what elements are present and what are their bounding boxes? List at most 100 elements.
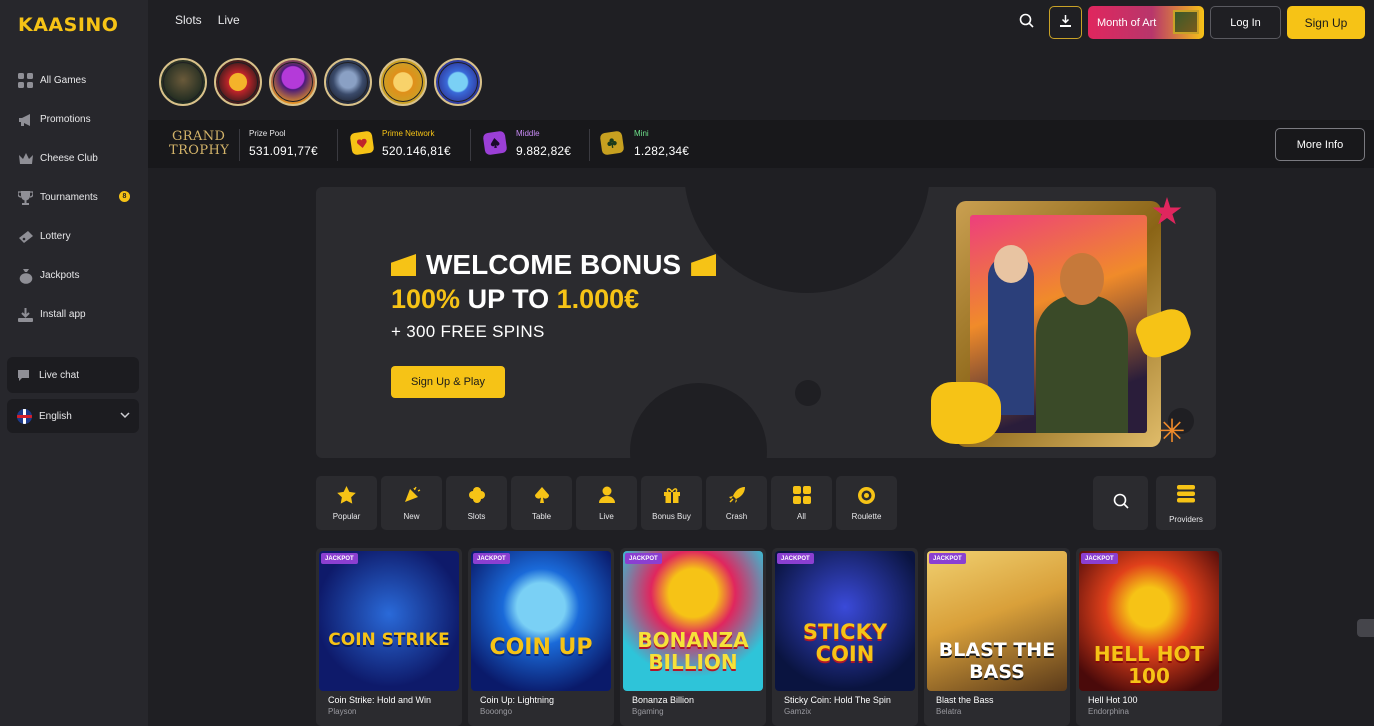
language-label: English [39,410,72,422]
side-widget-toggle[interactable] [1357,619,1374,637]
banner-title: WELCOME BONUS [426,249,682,280]
crown-icon [17,150,34,167]
promo-stories [159,58,482,106]
sidebar-item-lottery[interactable]: Lottery [0,217,148,256]
banner-title-row: WELCOME BONUS [391,249,717,281]
story-avatar[interactable] [434,58,482,106]
story-avatar[interactable] [269,58,317,106]
sidebar-item-all-games[interactable]: All Games [0,61,148,100]
game-search-button[interactable] [1093,476,1148,530]
story-avatar[interactable] [379,58,427,106]
game-name: Blast the Bass [936,695,994,705]
game-name: Coin Up: Lightning [480,695,555,705]
game-thumbnail: COIN STRIKE [319,551,459,691]
category-all[interactable]: All [771,476,832,530]
sidebar-item-label: Lottery [40,231,71,242]
category-label: Table [531,512,552,521]
story-avatar[interactable] [324,58,372,106]
divider [337,129,338,161]
search-button[interactable] [1014,11,1038,35]
jackpot-badge: JACKPOT [625,553,662,564]
sidebar-item-install-app[interactable]: Install app [0,295,148,334]
game-art-title: HELL HOT 100 [1093,642,1205,688]
category-label: Bonus Buy [652,512,691,521]
middle-value: 9.882,82€ [516,144,572,158]
spade-icon [532,485,552,505]
kaasino-logo[interactable]: KAASINO [18,12,118,38]
game-thumbnail: STICKY COIN [775,551,915,691]
sidebar-item-label: Tournaments [40,192,98,203]
category-slots[interactable]: Slots [446,476,507,530]
game-card[interactable]: BONANZA BILLION JACKPOT Bonanza Billion … [620,548,766,726]
rocket-icon [727,485,747,505]
game-art-title: BLAST THE BASS [938,639,1056,683]
category-label: Slots [467,512,486,521]
tab-live[interactable]: Live [218,13,240,27]
game-provider: Playson [328,707,357,716]
signup-and-play-button[interactable]: Sign Up & Play [391,366,505,398]
middle-spade-card-icon [482,130,508,156]
roulette-icon [857,485,877,505]
game-card[interactable]: COIN STRIKE JACKPOT Coin Strike: Hold an… [316,548,462,726]
category-label: Roulette [851,512,882,521]
game-thumbnail: HELL HOT 100 [1079,551,1219,691]
decorative-circle [684,187,930,293]
sidebar-item-promotions[interactable]: Promotions [0,100,148,139]
story-avatar[interactable] [159,58,207,106]
category-roulette[interactable]: Roulette [836,476,897,530]
signup-button[interactable]: Sign Up [1287,6,1365,39]
megaphone-icon [17,111,34,128]
game-provider: Belatra [936,707,962,716]
category-label: Crash [725,512,748,521]
game-name: Hell Hot 100 [1088,695,1138,705]
category-live[interactable]: Live [576,476,637,530]
stacked-layers-icon [1176,485,1196,508]
decorative-circle [795,380,821,406]
game-card[interactable]: COIN UP JACKPOT Coin Up: Lightning Booon… [468,548,614,726]
category-table[interactable]: Table [511,476,572,530]
live-chat-label: Live chat [39,369,80,381]
welcome-bonus-banner[interactable]: WELCOME BONUS 100% UP TO 1.000€ + 300 FR… [316,187,1216,458]
game-name: Sticky Coin: Hold The Spin [784,695,891,705]
decorative-circle [630,383,767,458]
game-card[interactable]: STICKY COIN JACKPOT Sticky Coin: Hold Th… [772,548,918,726]
download-icon [17,306,34,323]
game-provider: Booongo [480,707,513,716]
category-crash[interactable]: Crash [706,476,767,530]
live-chat-button[interactable]: Live chat [7,357,139,393]
login-button[interactable]: Log In [1210,6,1281,39]
providers-label: Providers [1169,515,1203,524]
category-bonus-buy[interactable]: Bonus Buy [641,476,702,530]
grid-icon [792,485,812,505]
prize-pool: Prize Pool 531.091,77€ [249,129,318,158]
clover-icon [467,485,487,505]
category-popular[interactable]: Popular [316,476,377,530]
prize-pool-value: 531.091,77€ [249,144,318,158]
tab-slots[interactable]: Slots [175,13,202,27]
sidebar-item-tournaments[interactable]: Tournaments 8 [0,178,148,217]
jackpot-badge: JACKPOT [321,553,358,564]
middle-label: Middle [516,129,540,138]
category-label: New [403,512,420,521]
download-app-button[interactable] [1049,6,1082,39]
sidebar-item-cheese-club[interactable]: Cheese Club [0,139,148,178]
offer-percent: 100% [391,284,461,314]
story-avatar[interactable] [214,58,262,106]
logo-text: KAASINO [18,14,119,36]
category-new[interactable]: New [381,476,442,530]
divider [239,129,240,161]
banner-free-spins: + 300 FREE SPINS [391,322,545,341]
banner-offer: 100% UP TO 1.000€ [391,284,639,315]
providers-button[interactable]: Providers [1156,476,1216,530]
sidebar-item-jackpots[interactable]: Jackpots [0,256,148,295]
month-of-art-button[interactable]: Month of Art [1088,6,1204,39]
offer-up-to: UP TO [460,284,557,314]
search-icon [1113,493,1129,514]
more-info-button[interactable]: More Info [1275,128,1365,161]
sidebar-item-label: Promotions [40,114,91,125]
game-card[interactable]: BLAST THE BASS JACKPOT Blast the Bass Be… [924,548,1070,726]
jackpot-badge: JACKPOT [929,553,966,564]
game-card[interactable]: HELL HOT 100 JACKPOT Hell Hot 100 Endorp… [1076,548,1222,726]
sidebar-item-label: All Games [40,75,87,86]
language-selector[interactable]: English [7,399,139,433]
